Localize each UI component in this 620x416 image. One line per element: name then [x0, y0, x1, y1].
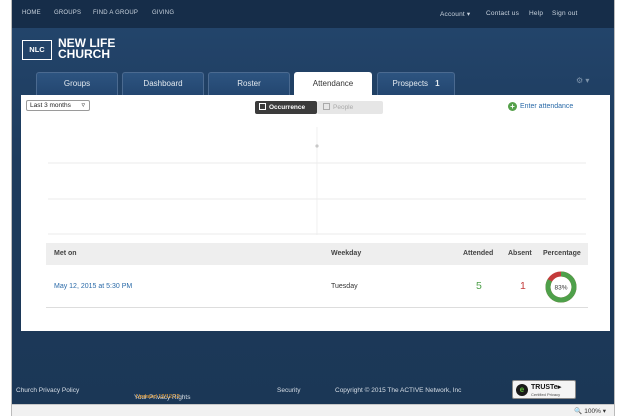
- browser-status-bar: 🔍 100% ▾: [12, 404, 614, 416]
- enter-attendance-label: Enter attendance: [520, 103, 574, 110]
- prospects-count-badge: 1: [435, 79, 440, 88]
- copyright-text: Copyright © 2015 The ACTIVE Network, Inc: [335, 387, 462, 394]
- nav-groups[interactable]: GROUPS: [54, 10, 81, 16]
- top-nav: HOME GROUPS FIND A GROUP GIVING Account …: [12, 0, 614, 28]
- people-label: People: [333, 104, 354, 111]
- tab-attendance[interactable]: Attendance: [294, 72, 372, 96]
- met-on-link[interactable]: May 12, 2015 at 5:30 PM: [54, 283, 132, 290]
- date-range-select[interactable]: Last 3 months ▿: [26, 100, 90, 111]
- browser-right-edge: [614, 0, 620, 416]
- percentage-donut: 83%: [545, 271, 577, 303]
- nav-giving[interactable]: GIVING: [152, 10, 174, 16]
- truste-sublabel: Certified Privacy: [531, 392, 561, 397]
- header-met-on: Met on: [54, 250, 77, 257]
- calendar-icon: [259, 103, 266, 110]
- percentage-label: 83%: [554, 285, 567, 292]
- weekday-cell: Tuesday: [331, 283, 358, 290]
- browser-left-edge: [0, 0, 12, 416]
- logo-text: NEW LIFE CHURCH: [58, 37, 115, 61]
- attended-count: 5: [476, 280, 482, 292]
- tab-groups[interactable]: Groups: [36, 72, 118, 95]
- nav-account[interactable]: Account ▾: [440, 10, 470, 18]
- attendance-chart: [48, 127, 586, 235]
- chevron-down-icon: ▿: [81, 102, 85, 109]
- header-absent: Absent: [508, 250, 532, 257]
- header-weekday: Weekday: [331, 250, 362, 257]
- tab-roster[interactable]: Roster: [208, 72, 290, 95]
- privacy-updated-note: Updated 12/12/13: [136, 394, 180, 400]
- plus-circle-icon: +: [508, 102, 517, 111]
- header-percentage: Percentage: [543, 250, 581, 257]
- header-attended: Attended: [463, 250, 494, 257]
- tab-prospects[interactable]: Prospects 1: [377, 72, 455, 95]
- truste-label: TRUSTe▸: [531, 384, 562, 391]
- nav-home[interactable]: HOME: [22, 10, 41, 16]
- people-toggle-button[interactable]: People: [317, 101, 383, 114]
- zoom-level[interactable]: 🔍 100% ▾: [574, 407, 606, 415]
- nav-help[interactable]: Help: [529, 10, 543, 17]
- person-icon: [323, 103, 330, 110]
- church-privacy-link[interactable]: Church Privacy Policy: [16, 387, 79, 394]
- tab-dashboard[interactable]: Dashboard: [122, 72, 204, 95]
- occurrence-label: Occurrence: [269, 104, 306, 111]
- logo-badge: NLC: [22, 40, 52, 60]
- settings-gear-icon[interactable]: ⚙ ▾: [576, 76, 589, 85]
- truste-logo-icon: e: [516, 384, 528, 396]
- occurrence-toggle-button[interactable]: Occurrence: [255, 101, 317, 114]
- tab-prospects-label: Prospects: [392, 79, 429, 88]
- nav-contact[interactable]: Contact us: [486, 10, 519, 17]
- nav-find-a-group[interactable]: FIND A GROUP: [93, 10, 138, 16]
- truste-seal[interactable]: e TRUSTe▸ Certified Privacy: [512, 380, 576, 399]
- absent-count: 1: [520, 280, 526, 292]
- table-row[interactable]: May 12, 2015 at 5:30 PM Tuesday 5 1 83%: [46, 265, 588, 308]
- view-toggle: Occurrence People: [255, 101, 383, 114]
- date-range-value: Last 3 months: [30, 102, 71, 109]
- enter-attendance-link[interactable]: + Enter attendance: [508, 102, 573, 111]
- logo-line-2: CHURCH: [58, 47, 110, 61]
- security-link[interactable]: Security: [277, 387, 300, 394]
- table-header: Met on Weekday Attended Absent Percentag…: [46, 243, 588, 265]
- nav-sign-out[interactable]: Sign out: [552, 10, 577, 17]
- chart-point: [315, 144, 319, 148]
